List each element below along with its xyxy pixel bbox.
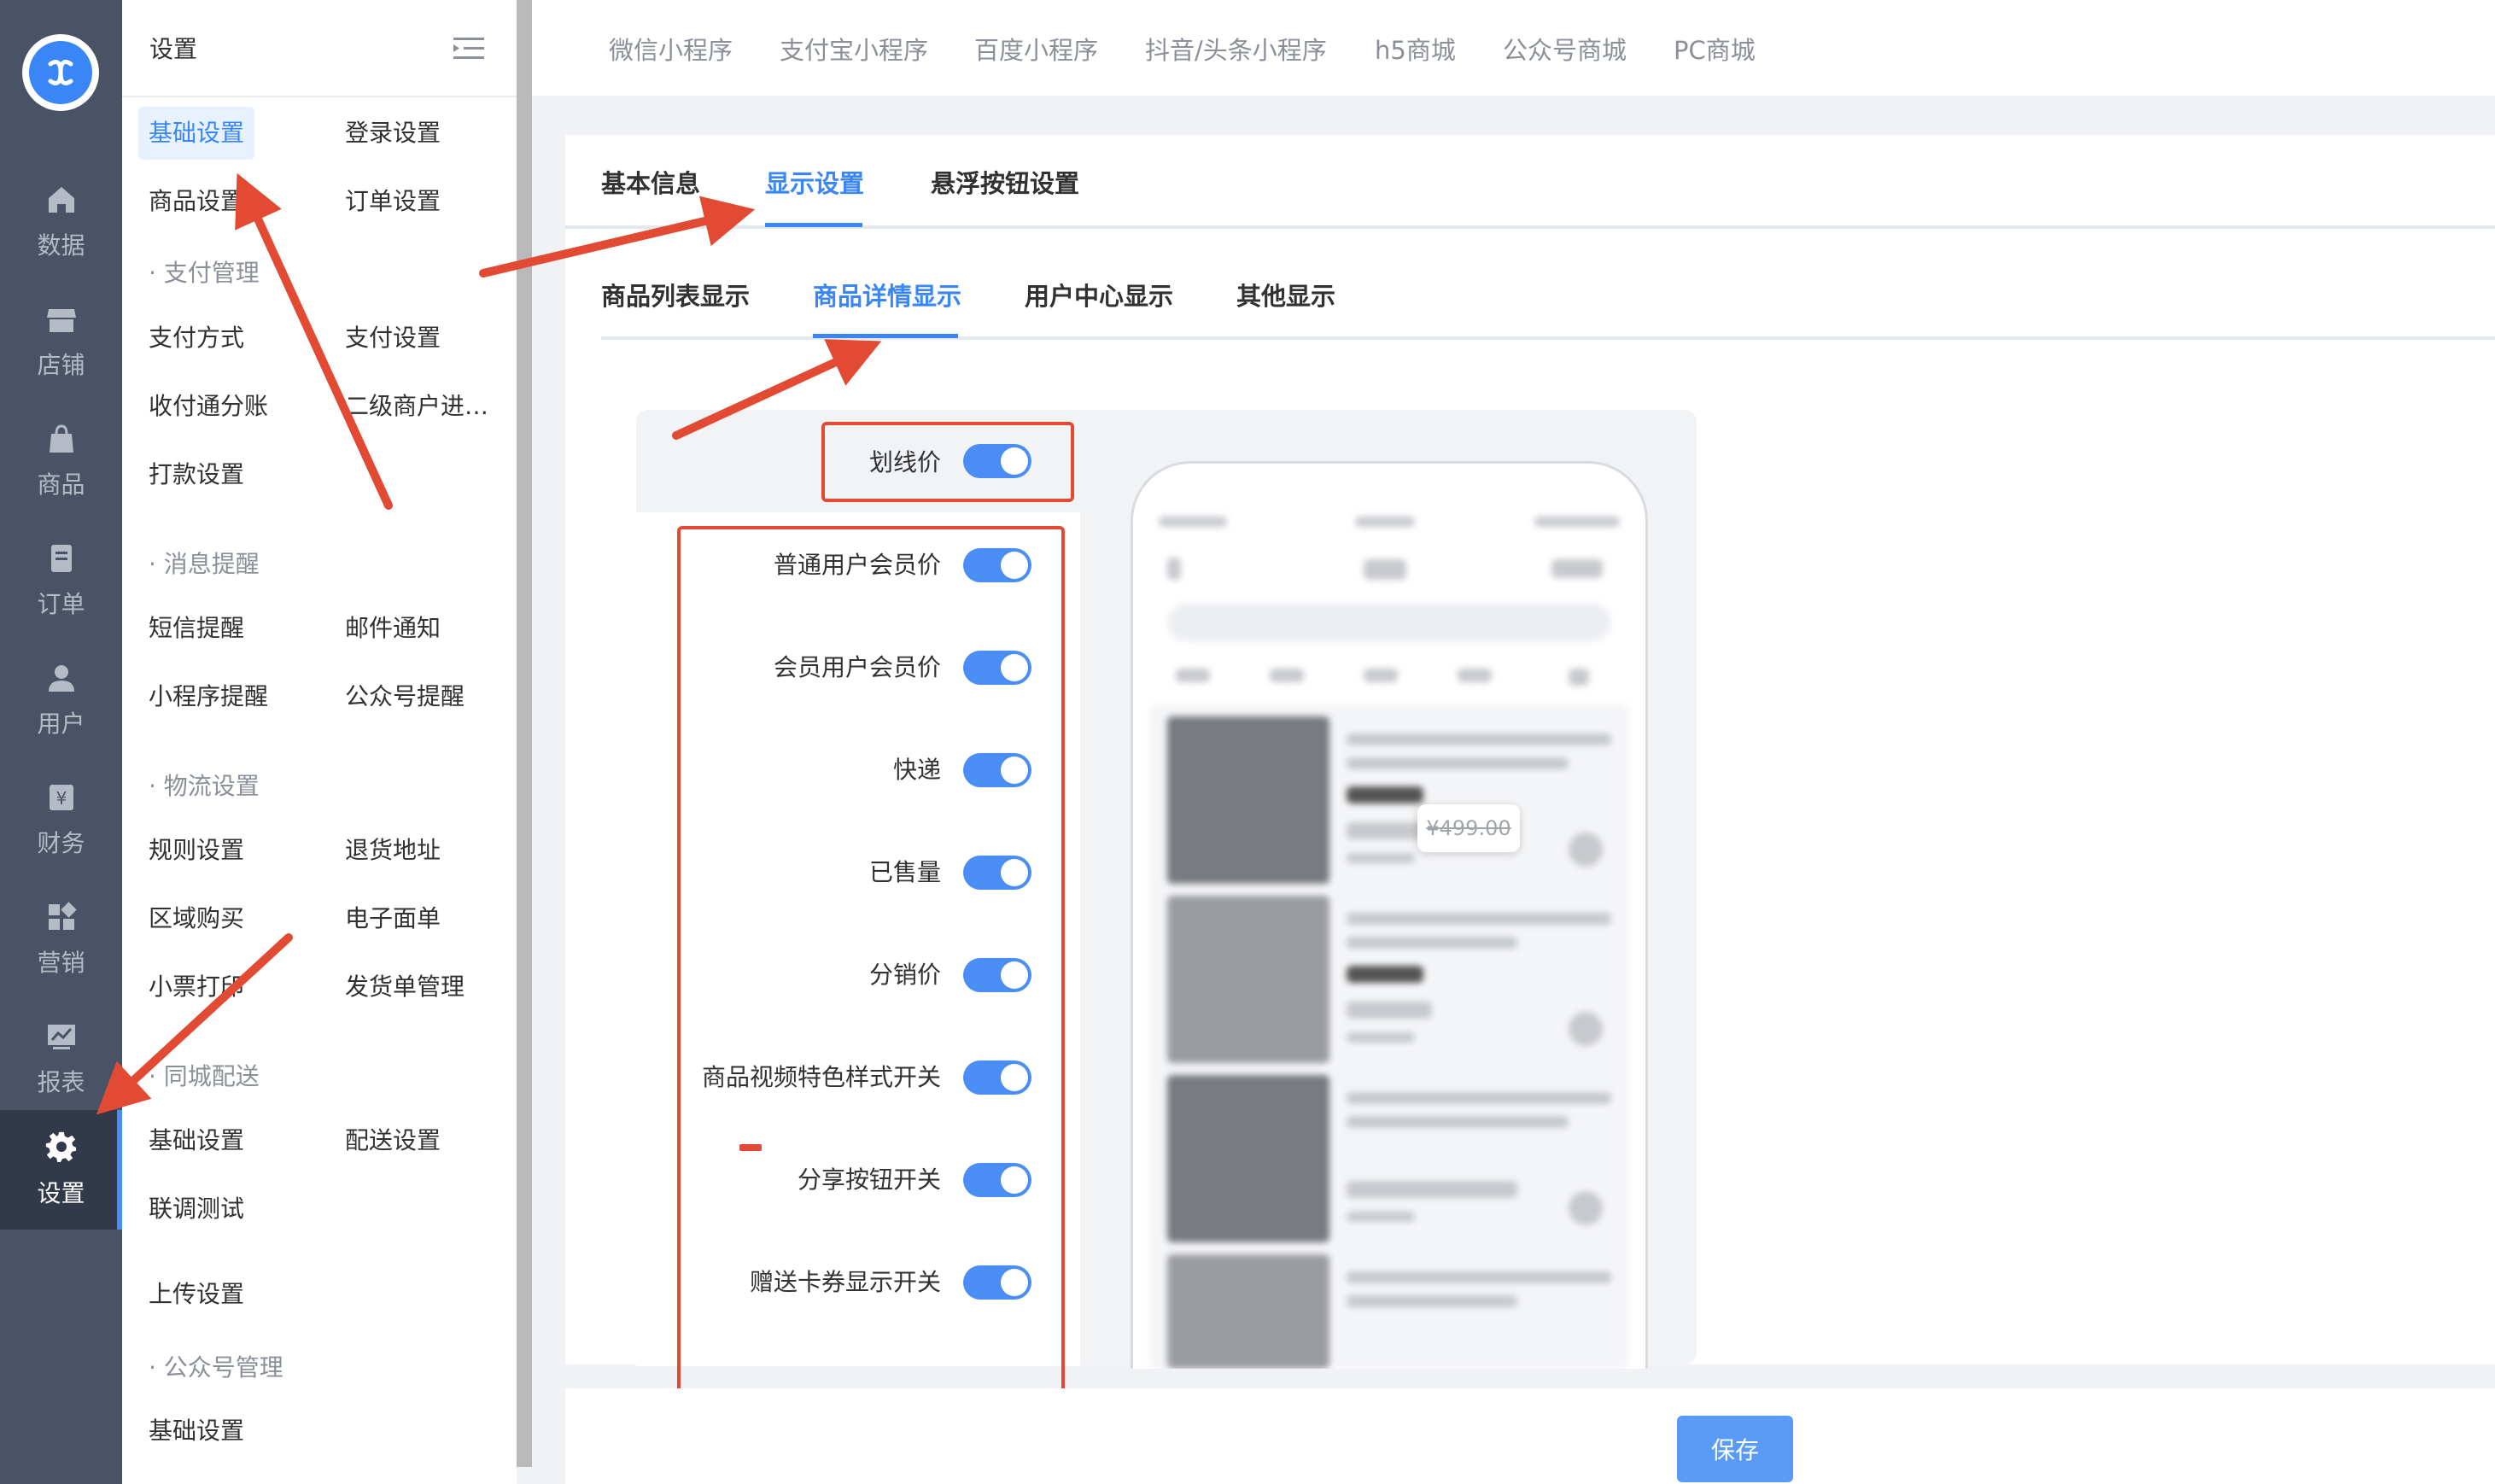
rail-label: 营销 (37, 949, 85, 977)
menu-group-payment: · 支付管理 (149, 259, 260, 287)
menu-group-logistics: · 物流设置 (149, 772, 260, 800)
tab-alipay-mini[interactable]: 支付宝小程序 (780, 31, 928, 67)
rail-item-report[interactable]: 报表 (0, 999, 122, 1119)
menu-item-return-address[interactable]: 退货地址 (345, 824, 441, 877)
tab-douyin-mini[interactable]: 抖音/头条小程序 (1145, 31, 1327, 67)
tab-h5-mall[interactable]: h5商城 (1375, 31, 1456, 67)
menu-item-order-settings[interactable]: 订单设置 (345, 175, 441, 228)
active-tab-indicator (765, 223, 862, 227)
menu-item-payout-settings[interactable]: 打款设置 (149, 448, 244, 501)
logo-icon (48, 60, 73, 85)
menu-header: 设置 (122, 0, 517, 97)
menu-item-login-settings[interactable]: 登录设置 (345, 107, 441, 160)
active-subtab-indicator (813, 334, 958, 338)
tab-detail-display[interactable]: 商品详情显示 (813, 277, 961, 313)
menu-group-official-account: · 公众号管理 (149, 1353, 283, 1382)
tab-user-center-display[interactable]: 用户中心显示 (1025, 277, 1173, 313)
menu-group-city-delivery: · 同城配送 (149, 1062, 260, 1090)
menu-item-upload[interactable]: 上传设置 (149, 1268, 244, 1321)
app-logo[interactable] (22, 34, 99, 111)
rail-label: 店铺 (37, 351, 85, 379)
tab-float-button-settings[interactable]: 悬浮按钮设置 (931, 164, 1079, 200)
finance-icon: ¥ (49, 785, 73, 810)
tab-other-display[interactable]: 其他显示 (1236, 277, 1335, 313)
rail-label: 报表 (37, 1068, 85, 1096)
rail-item-goods[interactable]: 商品 (0, 401, 122, 521)
rail-label: 设置 (37, 1179, 85, 1207)
marketing-icon (48, 902, 77, 930)
menu-item-email[interactable]: 邮件通知 (345, 602, 441, 655)
menu-group-messages: · 消息提醒 (149, 550, 260, 578)
rail-item-users[interactable]: 用户 (0, 640, 122, 760)
menu-item-region-purchase[interactable]: 区域购买 (149, 892, 244, 945)
menu-item-sms[interactable]: 短信提醒 (149, 602, 244, 655)
menu-item-waybill[interactable]: 电子面单 (345, 892, 441, 945)
tab-mp-mall[interactable]: 公众号商城 (1503, 31, 1627, 67)
icon-rail: 数据 店铺 商品 订单 用户 ¥ 财务 营销 报表 设置 (0, 0, 122, 1484)
menu-item-shipping-mgmt[interactable]: 发货单管理 (345, 961, 465, 1014)
rail-label: 财务 (37, 829, 85, 857)
menu-item-goods-settings[interactable]: 商品设置 (149, 175, 244, 228)
menu-item-mp-basic[interactable]: 基础设置 (149, 1405, 244, 1458)
home-icon (48, 187, 74, 213)
report-icon (47, 1025, 75, 1049)
tab-baidu-mini[interactable]: 百度小程序 (974, 31, 1098, 67)
rail-item-finance[interactable]: ¥ 财务 (0, 760, 122, 879)
footer-bar (565, 1388, 2495, 1484)
rail-item-data[interactable]: 数据 (0, 162, 122, 282)
menu-item-basic-settings[interactable]: 基础设置 (138, 107, 255, 160)
tab-pc-mall[interactable]: PC商城 (1674, 31, 1756, 67)
highlight-box-strike-price (821, 422, 1074, 502)
menu-item-sub-merchant[interactable]: 二级商户进… (345, 380, 488, 433)
bag-icon (49, 424, 73, 453)
rail-item-settings[interactable]: 设置 (0, 1110, 122, 1230)
user-icon (48, 665, 74, 692)
svg-text:¥: ¥ (56, 788, 67, 809)
menu-item-delivery-settings[interactable]: 配送设置 (345, 1114, 441, 1167)
menu-item-split-account[interactable]: 收付通分账 (149, 380, 268, 433)
menu-item-mp-remind[interactable]: 公众号提醒 (345, 670, 465, 723)
rail-label: 数据 (37, 231, 85, 260)
menu-item-rules[interactable]: 规则设置 (149, 824, 244, 877)
tab-list-display[interactable]: 商品列表显示 (601, 277, 750, 313)
order-icon (50, 545, 72, 572)
rail-label: 用户 (37, 710, 85, 738)
store-icon (46, 309, 76, 332)
gear-icon (45, 1131, 76, 1163)
menu-scrollbar[interactable] (517, 0, 532, 1467)
rail-label: 商品 (37, 470, 85, 499)
rail-item-marketing[interactable]: 营销 (0, 879, 122, 999)
save-button[interactable]: 保存 (1677, 1416, 1793, 1482)
menu-item-mini-remind[interactable]: 小程序提醒 (149, 670, 268, 723)
tab-basic-info[interactable]: 基本信息 (601, 164, 700, 200)
rail-item-store[interactable]: 店铺 (0, 282, 122, 401)
menu-title: 设置 (149, 35, 198, 63)
menu-item-debug[interactable]: 联调测试 (149, 1183, 244, 1236)
highlight-box-options (677, 526, 1065, 1395)
tab-wechat-mini[interactable]: 微信小程序 (609, 31, 733, 67)
menu-item-receipt-print[interactable]: 小票打印 (149, 961, 244, 1014)
menu-item-pay-settings[interactable]: 支付设置 (345, 312, 441, 365)
tab-display-settings[interactable]: 显示设置 (765, 164, 864, 200)
strike-price-tooltip: ¥499.00 (1417, 804, 1520, 852)
annotation-mark (739, 1144, 762, 1151)
rail-label: 订单 (37, 590, 85, 618)
rail-item-orders[interactable]: 订单 (0, 521, 122, 640)
menu-item-pay-method[interactable]: 支付方式 (149, 312, 244, 365)
menu-item-city-basic[interactable]: 基础设置 (149, 1114, 244, 1167)
collapse-menu-icon[interactable] (453, 36, 484, 61)
phone-preview (1131, 461, 1648, 1369)
